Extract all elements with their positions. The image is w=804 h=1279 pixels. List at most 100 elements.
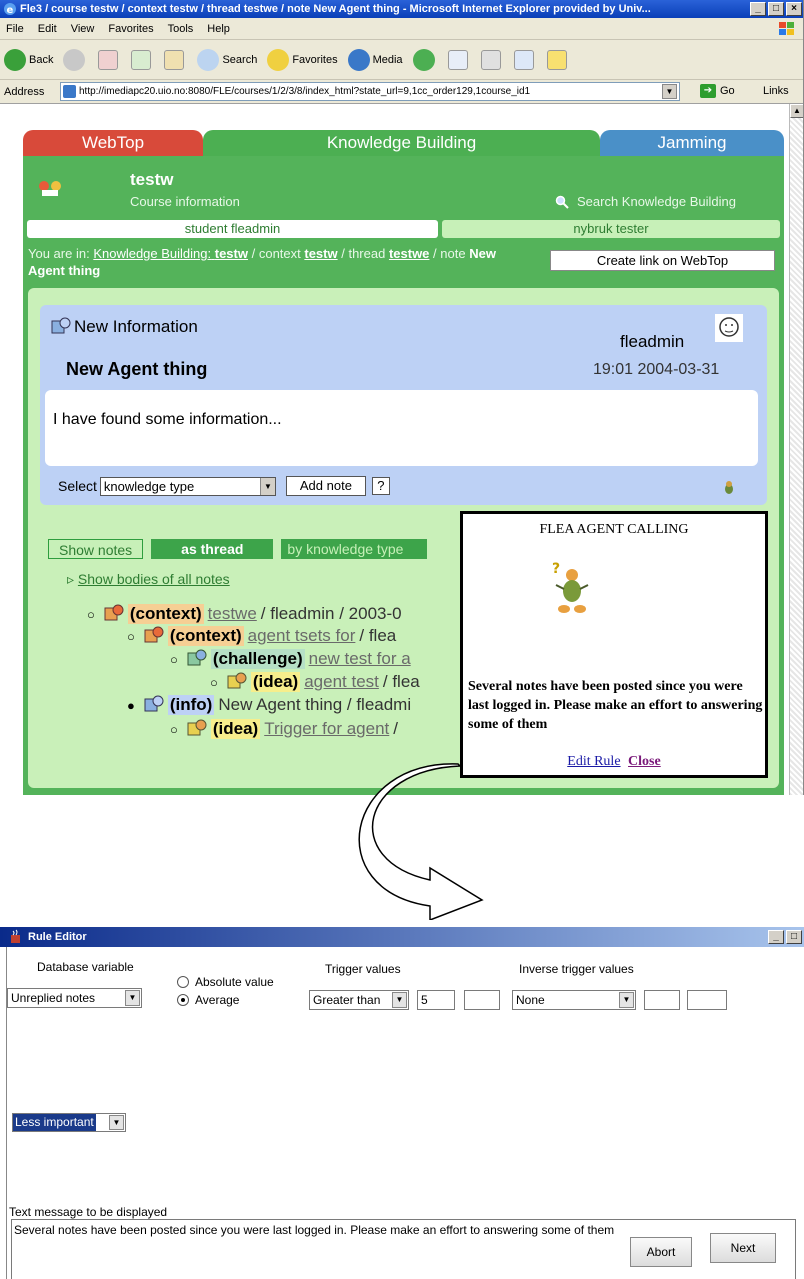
knowledge-type-select[interactable]: knowledge type ▼ [99, 476, 276, 496]
vertical-scrollbar[interactable]: ▲ [789, 104, 803, 795]
create-link-button[interactable]: Create link on WebTop [550, 250, 775, 271]
note-link[interactable]: agent test [304, 672, 379, 692]
address-bar: Address http://imediapc20.uio.no:8080/FL… [0, 80, 803, 104]
tab-knowledge-building[interactable]: Knowledge Building [203, 130, 600, 156]
knowledge-type-value: knowledge type [103, 478, 195, 494]
print-button[interactable] [480, 49, 504, 70]
database-variable-label: Database variable [37, 960, 134, 974]
trigger-operator-select[interactable]: Greater than ▼ [309, 990, 409, 1010]
note-link[interactable]: Trigger for agent [264, 719, 389, 739]
close-link[interactable]: Close [628, 754, 661, 769]
messenger-button[interactable] [546, 49, 570, 70]
trigger-value-input[interactable]: 5 [417, 990, 455, 1010]
star-icon [267, 48, 290, 71]
menu-favorites[interactable]: Favorites [108, 23, 153, 35]
go-arrow-icon: ➔ [700, 84, 716, 98]
thread-tree-item[interactable]: ○ (idea) agent test / flea [210, 672, 420, 692]
inverse-value-2-input[interactable] [687, 990, 727, 1010]
note-link[interactable]: testwe [208, 604, 257, 624]
breadcrumb-context-link[interactable]: testw [304, 246, 337, 261]
edit-rule-link[interactable]: Edit Rule [567, 754, 620, 769]
java-cup-icon [11, 929, 20, 943]
bullet-icon: ○ [127, 628, 135, 644]
agent-icon[interactable] [720, 479, 738, 497]
rule-editor-title-bar: Rule Editor _ □ [0, 927, 804, 947]
abort-button[interactable]: Abort [630, 1237, 692, 1267]
history-button[interactable] [412, 48, 438, 71]
next-button[interactable]: Next [710, 1233, 776, 1263]
bullet-icon: ○ [210, 674, 218, 690]
database-variable-select[interactable]: Unreplied notes ▼ [7, 988, 142, 1008]
menu-help[interactable]: Help [207, 23, 230, 35]
print-icon [480, 49, 501, 70]
thread-tree-item[interactable]: ○ (challenge) new test for a [170, 649, 411, 669]
note-author[interactable]: fleadmin [620, 332, 684, 352]
favorites-button[interactable]: Favorites [267, 48, 338, 71]
history-icon [412, 48, 435, 71]
thread-tree-item[interactable]: ○ (idea) Trigger for agent / [170, 719, 398, 739]
links-button[interactable]: Links [763, 85, 789, 97]
show-bodies-link[interactable]: ▹ Show bodies of all notes [67, 571, 230, 588]
context-note-icon [144, 626, 164, 643]
note-link[interactable]: new test for a [309, 649, 411, 669]
home-button[interactable] [164, 49, 187, 70]
media-button[interactable]: Media [347, 48, 403, 71]
breadcrumb-thread-word: / thread [341, 246, 386, 261]
help-button[interactable]: ? [371, 477, 390, 495]
add-note-button[interactable]: Add note [285, 476, 366, 496]
search-button[interactable]: Search [197, 48, 257, 71]
breadcrumb-kb-link[interactable]: Knowledge Building: testw [93, 246, 248, 261]
thread-tree-item[interactable]: ● (info) New Agent thing / fleadmi [127, 695, 411, 715]
breadcrumb-context-word: / context [251, 246, 301, 261]
back-button[interactable]: Back [4, 48, 54, 71]
minimize-button[interactable]: _ [750, 2, 766, 16]
forward-button[interactable] [63, 48, 88, 71]
address-input[interactable]: http://imediapc20.uio.no:8080/FLE/course… [60, 82, 680, 101]
group-bar[interactable]: nybruk tester [442, 220, 780, 238]
search-label: Search Knowledge Building [577, 194, 736, 209]
view-by-knowledge-type-button[interactable]: by knowledge type [281, 539, 428, 559]
note-title: New Agent thing [66, 359, 208, 379]
go-button[interactable]: ➔ Go [700, 84, 735, 98]
absolute-value-radio[interactable]: Absolute value [177, 975, 274, 989]
refresh-button[interactable] [131, 49, 154, 70]
absolute-value-label: Absolute value [195, 975, 274, 989]
refresh-icon [131, 49, 152, 70]
thread-tree-item[interactable]: ○ (context) testwe / fleadmin / 2003-0 [87, 604, 402, 624]
scroll-up-icon[interactable]: ▲ [790, 104, 803, 118]
minimize-button[interactable]: _ [768, 930, 784, 944]
average-radio[interactable]: Average [177, 993, 239, 1007]
maximize-button[interactable]: □ [768, 2, 784, 16]
menu-tools[interactable]: Tools [168, 23, 194, 35]
thread-tree-item[interactable]: ○ (context) agent tsets for / flea [127, 626, 396, 646]
svg-text:?: ? [552, 561, 560, 577]
trigger-value-2-input[interactable] [464, 990, 500, 1010]
menu-edit[interactable]: Edit [38, 23, 57, 35]
menu-file[interactable]: File [6, 23, 24, 35]
current-user-bar: student fleadmin [27, 220, 438, 238]
curved-arrow [358, 763, 484, 920]
inverse-operator-select[interactable]: None ▼ [512, 990, 636, 1010]
tab-jamming[interactable]: Jamming [600, 130, 784, 156]
chevron-down-icon[interactable]: ▼ [662, 84, 677, 99]
mail-button[interactable] [447, 49, 471, 70]
menu-view[interactable]: View [71, 23, 95, 35]
inverse-value-input[interactable] [644, 990, 680, 1010]
close-button[interactable]: × [786, 2, 802, 16]
search-knowledge-building[interactable]: Search Knowledge Building [555, 194, 736, 209]
view-as-thread-button[interactable]: as thread [151, 539, 274, 559]
note-meta: / flea [382, 672, 420, 691]
breadcrumb-prefix: You are in: [28, 246, 90, 261]
edit-button[interactable] [513, 49, 537, 70]
back-label: Back [29, 53, 54, 66]
course-information-link[interactable]: Course information [130, 194, 240, 209]
priority-select[interactable]: Less important ▼ [12, 1113, 126, 1132]
note-link[interactable]: agent tsets for [248, 626, 356, 646]
stop-button[interactable] [98, 49, 121, 70]
average-label: Average [195, 993, 240, 1007]
breadcrumb-thread-link[interactable]: testwe [389, 246, 429, 261]
maximize-button[interactable]: □ [786, 930, 802, 944]
message-label: Text message to be displayed [9, 1205, 168, 1219]
tab-webtop[interactable]: WebTop [23, 130, 203, 156]
ie-logo-icon: e [4, 3, 16, 16]
